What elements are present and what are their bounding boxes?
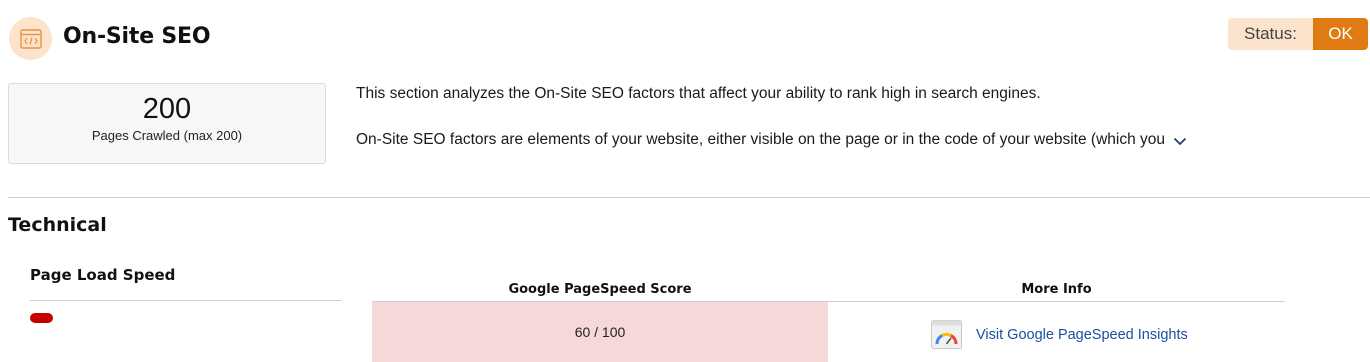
pagespeed-gauge-icon[interactable]	[931, 320, 962, 349]
technical-heading: Technical	[8, 214, 107, 236]
page-load-speed-divider	[30, 300, 342, 301]
status-label: Status:	[1228, 18, 1313, 50]
chevron-down-icon[interactable]	[1173, 137, 1187, 146]
section-divider	[8, 197, 1370, 198]
pages-crawled-count: 200	[142, 93, 192, 125]
pagespeed-insights-link[interactable]: Visit Google PageSpeed Insights	[976, 327, 1188, 343]
page-load-speed-heading: Page Load Speed	[30, 266, 176, 284]
status-badge: Status: OK	[1228, 18, 1368, 50]
pages-crawled-label: Pages Crawled (max 200)	[91, 128, 243, 143]
pages-crawled-box: 200 Pages Crawled (max 200)	[8, 83, 326, 164]
page-title: On-Site SEO	[63, 24, 211, 49]
description-intro: This section analyzes the On-Site SEO fa…	[356, 85, 1041, 102]
more-info-cell: Visit Google PageSpeed Insights	[931, 320, 1188, 349]
status-value: OK	[1313, 18, 1368, 50]
fail-indicator	[30, 313, 53, 323]
pagespeed-score-value: 60 / 100	[574, 324, 626, 340]
pagespeed-score-cell: 60 / 100	[372, 302, 828, 362]
description-more-text: On-Site SEO factors are elements of your…	[356, 131, 1165, 148]
on-site-seo-section: On-Site SEO Status: OK 200 Pages Crawled…	[0, 0, 1370, 362]
column-header-more-info: More Info	[1021, 282, 1092, 297]
code-window-icon	[9, 17, 52, 60]
description-more: On-Site SEO factors are elements of your…	[356, 131, 1187, 149]
column-header-score: Google PageSpeed Score	[508, 282, 692, 297]
